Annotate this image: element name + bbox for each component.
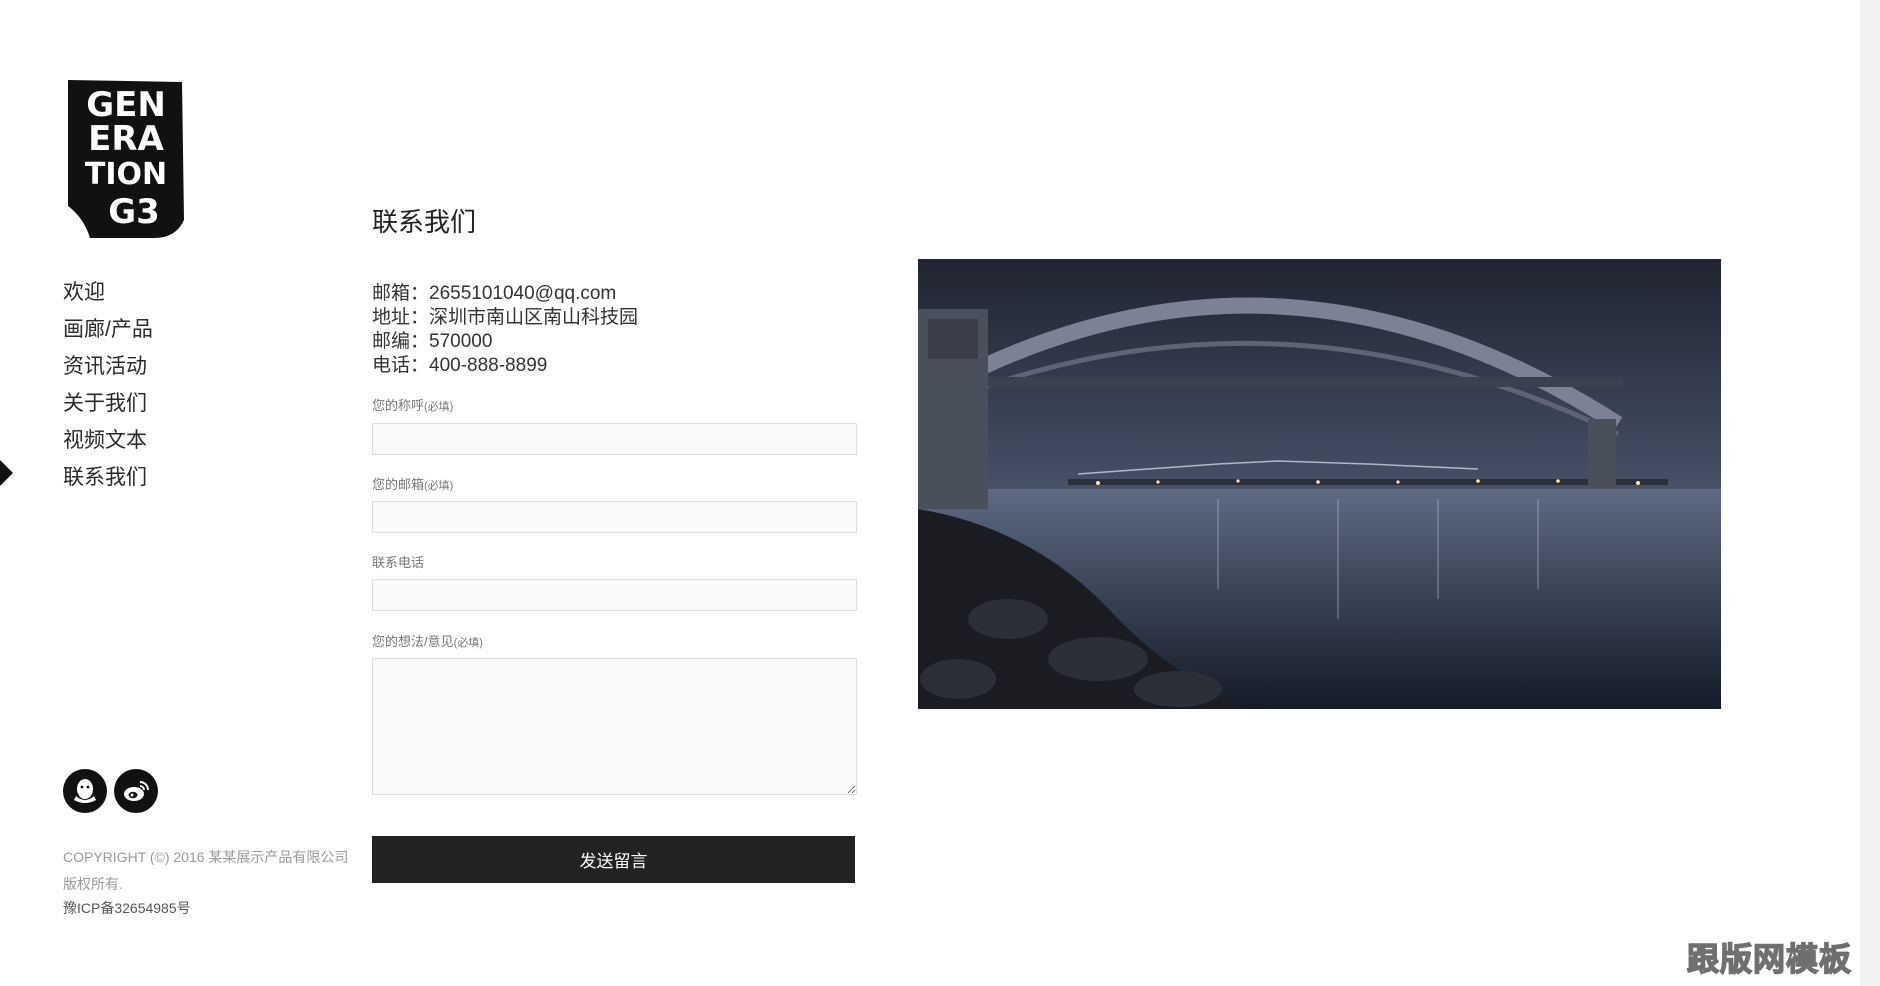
message-label: 您的想法/意见(必填): [372, 634, 483, 649]
logo[interactable]: GEN ERA TION G3: [64, 78, 186, 240]
nav-item-about[interactable]: 关于我们: [63, 385, 153, 422]
svg-text:G3: G3: [108, 192, 160, 232]
phone-input[interactable]: [372, 579, 857, 611]
nav-item-video[interactable]: 视频文本: [63, 422, 153, 459]
svg-text:TION: TION: [85, 157, 167, 192]
contact-info: 邮箱：2655101040@qq.com 地址：深圳市南山区南山科技园 邮编：5…: [372, 282, 638, 378]
nav-item-news[interactable]: 资讯活动: [63, 348, 153, 385]
contact-postcode: 邮编：570000: [372, 331, 493, 352]
phone-label: 联系电话: [372, 555, 425, 570]
contact-phone: 电话：400-888-8899: [372, 355, 548, 376]
scrollbar-track[interactable]: [1860, 0, 1880, 986]
name-label: 您的称呼(必填): [372, 398, 454, 413]
send-message-button[interactable]: 发送留言: [372, 836, 855, 883]
copyright-text: COPYRIGHT (©) 2016 某某展示产品有限公司 版权所有.: [63, 849, 349, 892]
main-nav: 欢迎 画廊/产品 资讯活动 关于我们 视频文本 联系我们: [63, 274, 153, 496]
page-title: 联系我们: [372, 207, 477, 237]
icp-license[interactable]: 豫ICP备32654985号: [63, 898, 191, 918]
email-label: 您的邮箱(必填): [372, 477, 454, 492]
weibo-icon[interactable]: [114, 769, 158, 813]
contact-address: 地址：深圳市南山区南山科技园: [372, 307, 639, 328]
name-input[interactable]: [372, 423, 857, 455]
nav-item-welcome[interactable]: 欢迎: [63, 274, 153, 311]
qq-icon[interactable]: [63, 769, 107, 813]
active-nav-indicator: [0, 460, 13, 486]
email-input[interactable]: [372, 501, 857, 533]
nav-item-contact[interactable]: 联系我们: [63, 459, 153, 496]
social-links: [63, 769, 158, 813]
svg-text:ERA: ERA: [88, 119, 164, 159]
nav-item-gallery[interactable]: 画廊/产品: [63, 311, 153, 348]
site-watermark: 跟版网模板: [1686, 939, 1852, 978]
message-textarea[interactable]: [372, 658, 857, 795]
contact-email: 邮箱：2655101040@qq.com: [372, 283, 617, 304]
bridge-photo: [918, 259, 1721, 709]
